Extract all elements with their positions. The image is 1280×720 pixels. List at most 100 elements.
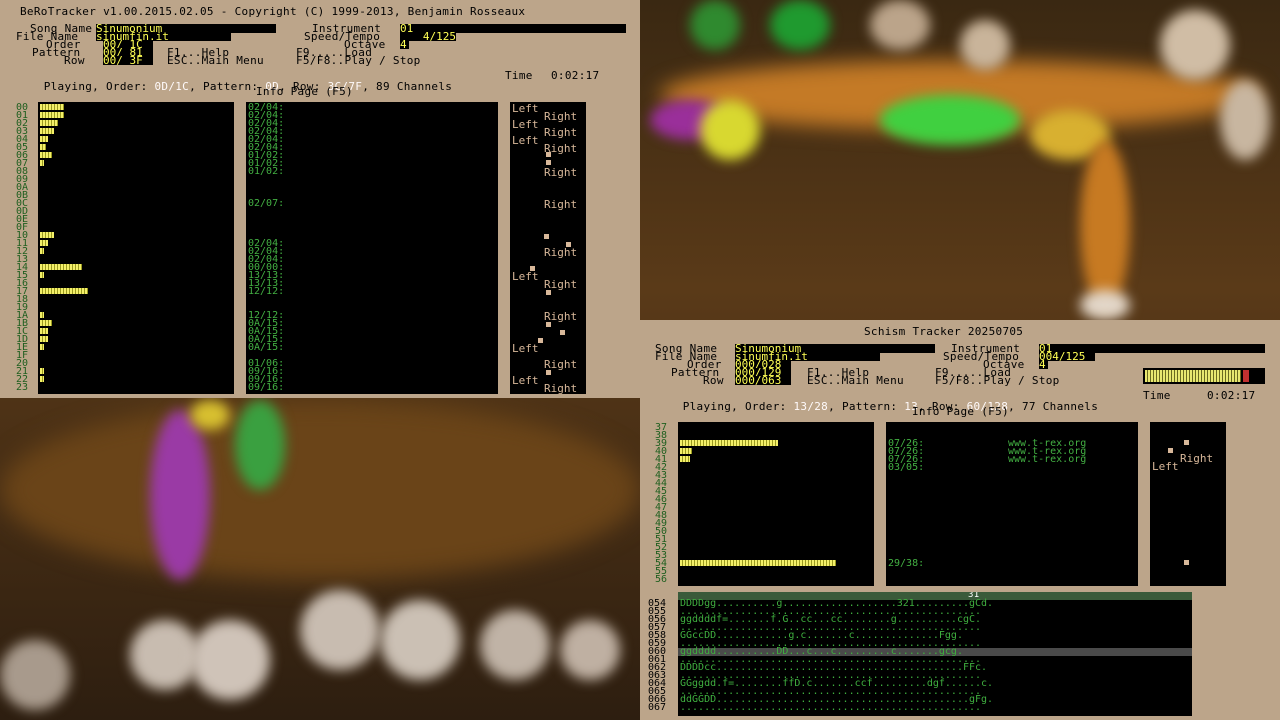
octave-label: Octave xyxy=(983,358,1025,371)
volume-bar xyxy=(40,376,44,382)
bokeh-light xyxy=(235,400,285,490)
row-field[interactable]: 000/063 xyxy=(735,376,791,385)
pan-marker xyxy=(544,234,549,239)
right-label: Right xyxy=(544,198,578,211)
volume-bar xyxy=(40,312,44,318)
bokeh-light xyxy=(560,620,620,680)
pan-marker xyxy=(1168,448,1173,453)
window-title: BeRoTracker v1.00.2015.02.05 - Copyright… xyxy=(20,5,526,18)
schism-tracker-window: Schism Tracker 20250705 Song Name Sinumo… xyxy=(640,320,1280,720)
left-label: Left xyxy=(1152,460,1179,473)
bokeh-light xyxy=(190,400,230,430)
panning-panel: Left Right Left Right Left Right Right R… xyxy=(510,102,586,394)
octave-label: Octave xyxy=(344,38,386,51)
vu-meter-level xyxy=(1145,370,1241,382)
f5-play-stop[interactable]: F5/F8..Play / Stop xyxy=(935,375,1060,386)
bokeh-light xyxy=(150,410,210,580)
sample-list-bottom: 29/38: xyxy=(888,558,925,569)
bokeh-light xyxy=(870,0,930,50)
volume-bar xyxy=(40,136,48,142)
pan-marker xyxy=(546,160,551,165)
left-label: Left xyxy=(512,134,539,147)
octave-field[interactable]: 4 xyxy=(400,40,409,49)
channel-row-numbers: 00 01 02 03 04 05 06 07 08 09 0A 0B 0C 0… xyxy=(16,102,29,393)
sample-list: 07/26: 07/26: 07/26: 03/05: xyxy=(888,438,925,473)
time-label: Time xyxy=(1143,389,1171,402)
pattern-data: DDDDgg..........g...................321.… xyxy=(680,598,994,713)
volume-bar xyxy=(40,264,82,270)
volume-bar xyxy=(40,272,44,278)
right-label: Right xyxy=(544,110,578,123)
bokeh-light xyxy=(960,20,1010,70)
bokeh-light xyxy=(1080,140,1130,310)
bokeh-light xyxy=(0,640,70,710)
volume-bar xyxy=(40,112,64,118)
bokeh-light xyxy=(480,610,550,680)
volume-bar xyxy=(40,368,44,374)
sample-list: 02/04: 02/04: 02/04: 02/04: 02/04: 02/04… xyxy=(248,102,285,393)
volume-bar xyxy=(40,248,44,254)
status-line: Playing, Order: 0D/1C, Pattern: 0D, Row:… xyxy=(43,80,453,93)
pan-marker xyxy=(546,370,551,375)
volume-bar xyxy=(40,336,48,342)
volume-bar xyxy=(680,440,778,446)
volume-bar xyxy=(40,104,64,110)
bokeh-light xyxy=(300,590,380,670)
right-label: Right xyxy=(544,166,578,179)
time-label: Time xyxy=(505,69,533,82)
volume-bar xyxy=(680,448,692,454)
bokeh-light xyxy=(1220,80,1270,160)
bokeh-light xyxy=(1160,10,1230,80)
left-label: Left xyxy=(512,102,539,115)
pan-marker xyxy=(1184,560,1189,565)
volume-bar xyxy=(40,240,48,246)
volume-bars-panel xyxy=(678,422,874,586)
pan-marker xyxy=(546,290,551,295)
pan-marker xyxy=(1184,440,1189,445)
volume-bar xyxy=(40,288,88,294)
left-label: Left xyxy=(512,270,539,283)
channel-row-numbers: 37 38 39 40 41 42 43 44 45 46 47 48 49 5… xyxy=(655,422,668,585)
right-label: Right xyxy=(544,126,578,139)
right-label: Right xyxy=(544,246,578,259)
vu-meter xyxy=(1143,368,1265,384)
volume-bar xyxy=(40,232,54,238)
row-label: Row xyxy=(703,374,724,387)
volume-bar xyxy=(40,128,54,134)
row-field[interactable]: 00/ 3F xyxy=(103,56,153,65)
volume-bar xyxy=(40,320,52,326)
right-label: Right xyxy=(1180,452,1214,465)
bokeh-light xyxy=(1080,290,1130,320)
volume-bar xyxy=(40,328,48,334)
octave-field[interactable]: 4 xyxy=(1039,360,1048,369)
volume-bar xyxy=(40,344,44,350)
bokeh-light xyxy=(880,95,1020,145)
info-page-title: Info Page (F5) xyxy=(912,405,1009,418)
sample-url-list: www.t-rex.org www.t-rex.org www.t-rex.or… xyxy=(1008,438,1087,465)
left-label: Left xyxy=(512,118,539,131)
f5-play-stop[interactable]: F5/F8..Play / Stop xyxy=(296,55,421,66)
volume-bars-panel xyxy=(38,102,234,394)
esc-main-menu[interactable]: ESC..Main Menu xyxy=(807,375,904,386)
volume-bar xyxy=(40,120,58,126)
volume-bar xyxy=(680,560,836,566)
info-page-title: Info Page (F5) xyxy=(256,85,353,98)
pattern-row-numbers: 054 055 056 057 058 059 060 061 062 063 … xyxy=(648,598,667,713)
bokeh-light xyxy=(700,100,760,160)
pan-marker xyxy=(560,330,565,335)
panning-panel: Right Left xyxy=(1150,422,1226,586)
sample-info-panel: 07/26: 07/26: 07/26: 03/05: www.t-rex.or… xyxy=(886,422,1138,586)
volume-bar xyxy=(40,144,46,150)
time-value: 0:02:17 xyxy=(1207,389,1256,402)
pattern-editor[interactable]: 31 DDDDgg..........g...................3… xyxy=(678,592,1192,716)
right-label: Right xyxy=(544,382,578,394)
esc-main-menu[interactable]: ESC..Main Menu xyxy=(167,55,264,66)
left-label: Left xyxy=(512,374,539,387)
bokeh-light xyxy=(380,600,460,680)
volume-bar xyxy=(680,456,690,462)
bokeh-light xyxy=(770,0,830,50)
bokeh-light xyxy=(190,620,270,700)
window-title: Schism Tracker 20250705 xyxy=(864,325,1024,338)
bokeh-light xyxy=(0,400,640,580)
pan-marker xyxy=(546,322,551,327)
